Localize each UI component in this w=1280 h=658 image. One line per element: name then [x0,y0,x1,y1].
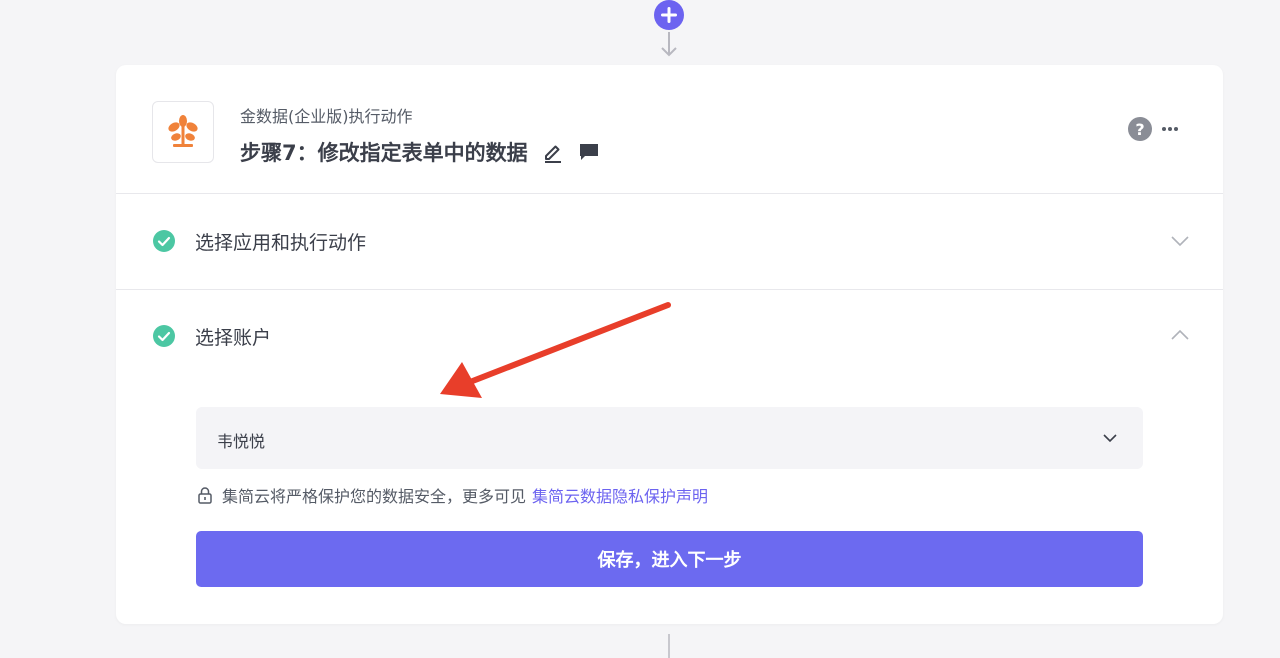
comment-icon [579,144,598,160]
edit-title-button[interactable] [542,141,564,163]
add-step-button[interactable] [654,0,684,30]
question-icon: ? [1135,119,1145,139]
pencil-icon [544,145,561,163]
app-logo [152,101,214,163]
check-circle-icon [153,230,175,252]
chevron-down-icon[interactable] [1170,234,1190,248]
help-button[interactable]: ? [1128,117,1152,141]
privacy-notice: 集简云将严格保护您的数据安全，更多可见 集简云数据隐私保护声明 [196,483,708,507]
save-next-button[interactable]: 保存，进入下一步 [196,531,1143,587]
privacy-text: 集简云将严格保护您的数据安全，更多可见 [222,487,527,506]
section-label: 选择应用和执行动作 [195,232,367,254]
plus-icon [661,7,677,23]
tree-logo-icon [168,115,198,147]
workflow-canvas: 金数据(企业版)执行动作 步骤7：修改指定表单中的数据 ? 选择应用和执行动作 … [0,0,1280,658]
chevron-down-icon [1103,434,1117,443]
chevron-up-icon[interactable] [1170,328,1190,342]
account-selected-value: 韦悦悦 [217,432,266,451]
app-name: 金数据(企业版)执行动作 [240,107,413,126]
check-circle-icon [153,325,175,347]
step-header: 金数据(企业版)执行动作 步骤7：修改指定表单中的数据 ? [116,65,1223,194]
ellipsis-icon[interactable] [1160,121,1180,137]
comment-button[interactable] [578,141,600,163]
connector-arrow-icon [661,32,677,57]
annotation-arrow [440,302,671,398]
lock-icon [198,487,212,504]
step-title: 步骤7：修改指定表单中的数据 [240,137,600,167]
section-select-app[interactable]: 选择应用和执行动作 [116,194,1223,290]
connector-line [668,634,670,658]
privacy-policy-link[interactable]: 集简云数据隐私保护声明 [532,483,708,507]
section-label: 选择账户 [195,327,272,349]
step-title-text: 步骤7：修改指定表单中的数据 [240,141,528,165]
account-select[interactable]: 韦悦悦 [196,407,1143,469]
